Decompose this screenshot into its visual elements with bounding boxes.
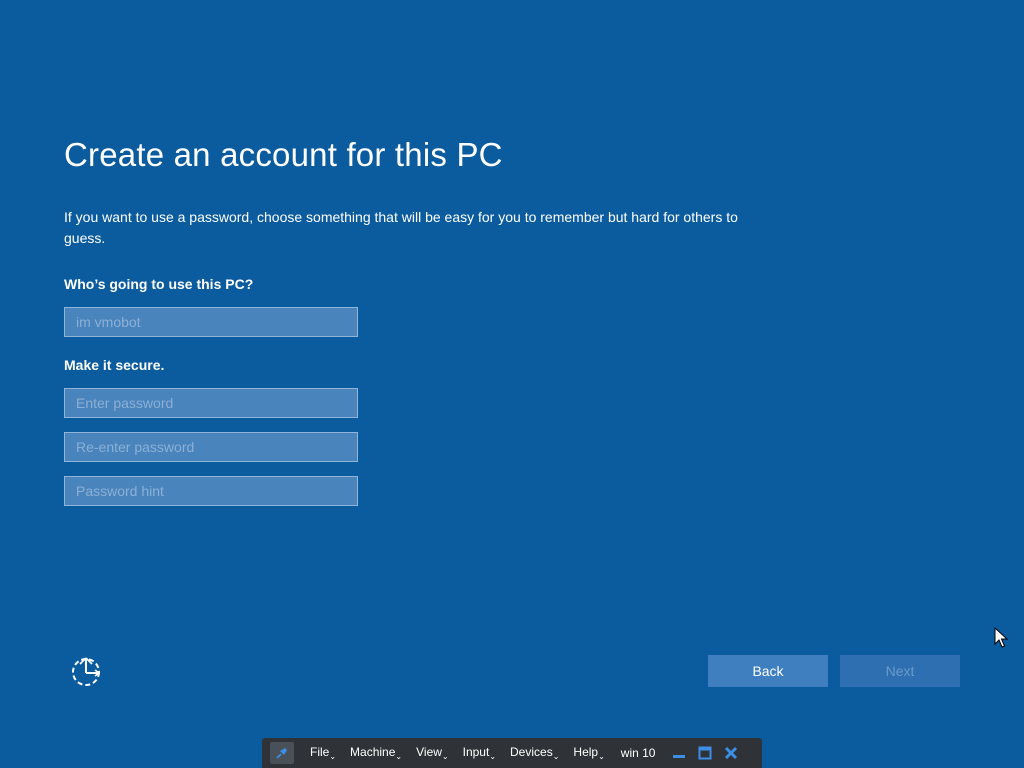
secure-label: Make it secure. (64, 357, 165, 373)
menu-view[interactable]: View⌄ (416, 745, 449, 761)
vm-toolbar: File⌄ Machine⌄ View⌄ Input⌄ Devices⌄ Hel… (262, 738, 762, 768)
mouse-cursor-icon (994, 626, 1009, 649)
reenter-password-input[interactable] (64, 432, 358, 462)
minimize-icon[interactable] (671, 745, 687, 761)
next-button[interactable]: Next (840, 655, 960, 687)
page-description: If you want to use a password, choose so… (64, 209, 738, 246)
username-input[interactable] (64, 307, 358, 337)
pin-icon[interactable] (270, 742, 294, 764)
user-label: Who’s going to use this PC? (64, 276, 254, 292)
restore-icon[interactable] (697, 745, 713, 761)
vm-name: win 10 (620, 746, 656, 760)
menu-help[interactable]: Help⌄ (573, 745, 604, 761)
oobe-screen: Create an account for this PC If you wan… (0, 0, 1024, 768)
close-icon[interactable] (723, 745, 739, 761)
page-title: Create an account for this PC (64, 136, 503, 173)
back-button[interactable]: Back (708, 655, 828, 687)
ease-of-access-icon[interactable] (68, 654, 108, 688)
password-input[interactable] (64, 388, 358, 418)
menu-input[interactable]: Input⌄ (463, 745, 496, 761)
menu-file[interactable]: File⌄ (310, 745, 336, 761)
menu-devices[interactable]: Devices⌄ (510, 745, 559, 761)
menu-machine[interactable]: Machine⌄ (350, 745, 402, 761)
password-hint-input[interactable] (64, 476, 358, 506)
